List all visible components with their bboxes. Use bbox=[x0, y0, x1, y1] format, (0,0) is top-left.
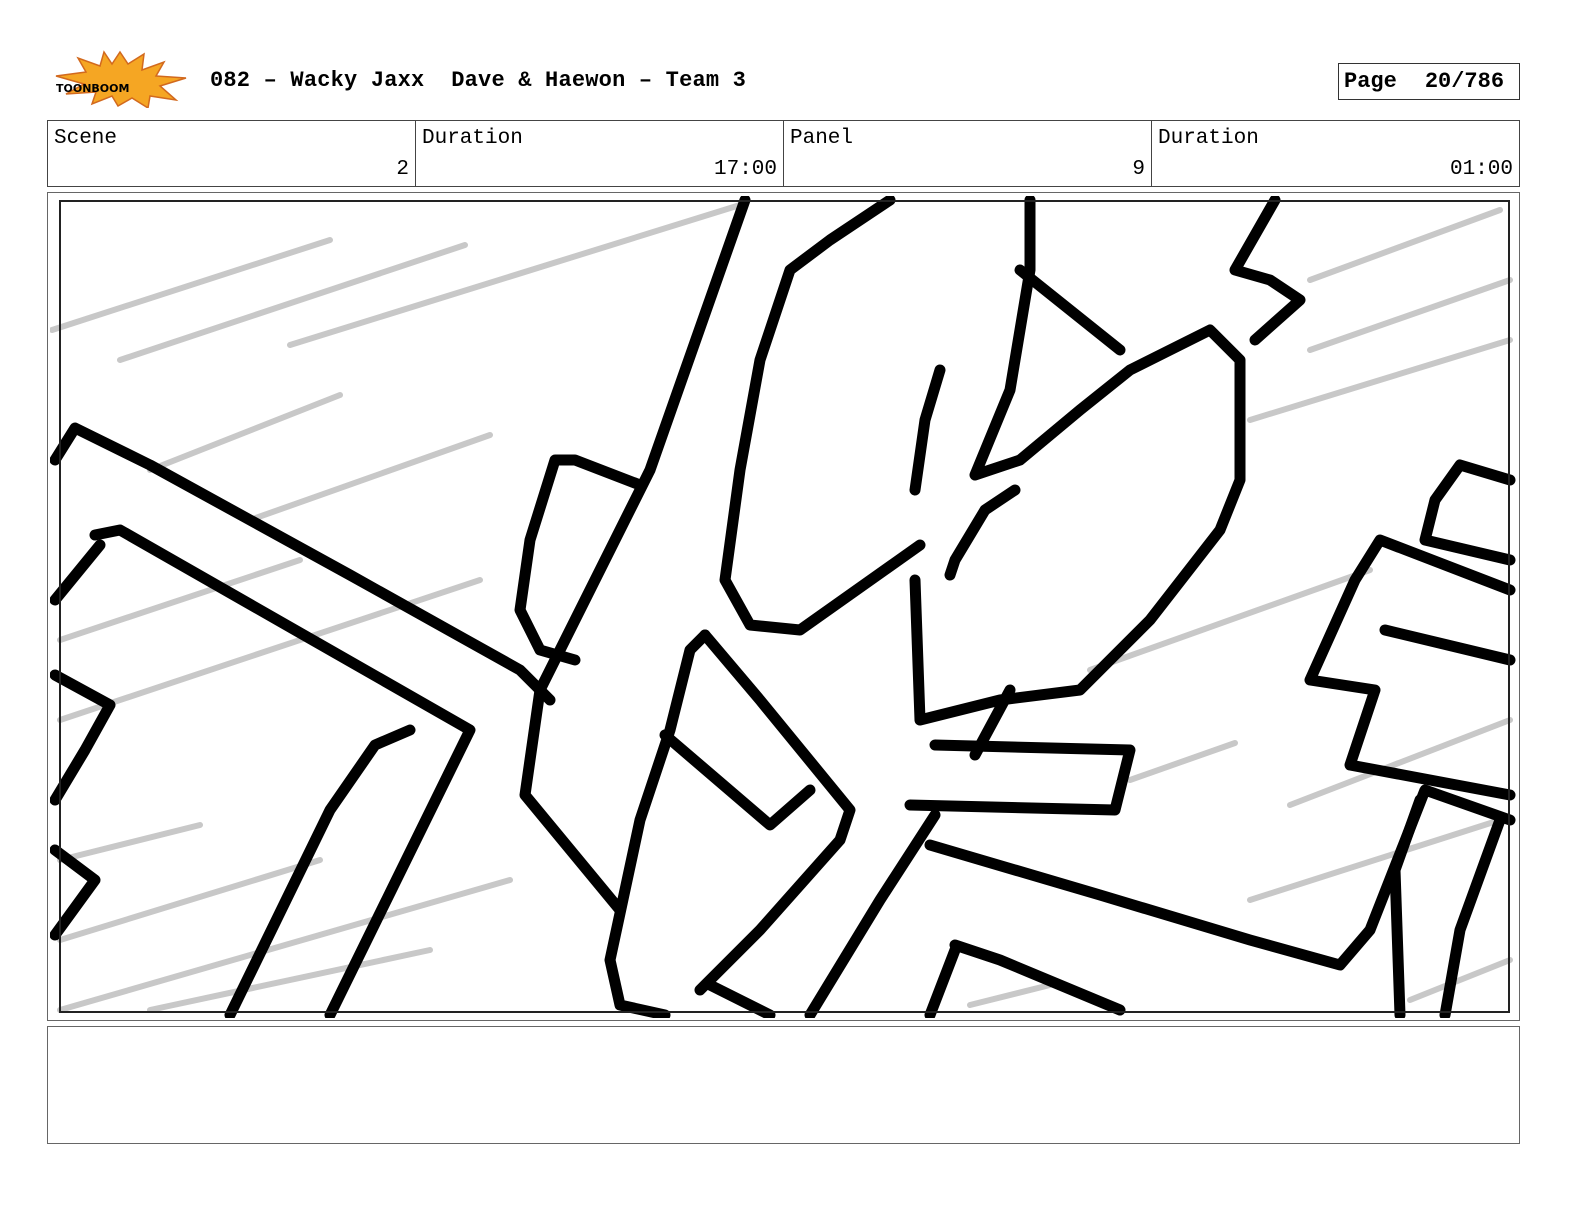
storyboard-title: 082 – Wacky Jaxx Dave & Haewon – Team 3 bbox=[210, 68, 747, 93]
panel-duration-label: Duration bbox=[1158, 127, 1259, 150]
panel-info-row: Scene 2 Duration 17:00 Panel 9 Duration … bbox=[47, 120, 1520, 187]
scene-cell: Scene 2 bbox=[48, 121, 416, 186]
notes-box bbox=[47, 1026, 1520, 1144]
scene-value: 2 bbox=[396, 158, 409, 181]
panel-value: 9 bbox=[1132, 158, 1145, 181]
scene-label: Scene bbox=[54, 127, 118, 150]
panel-duration-value: 01:00 bbox=[1449, 158, 1513, 181]
toonboom-logo: TOONBOOM bbox=[52, 50, 188, 110]
panel-cell: Panel 9 bbox=[784, 121, 1152, 186]
storyboard-drawing bbox=[50, 196, 1516, 1018]
page-number: 20/786 bbox=[1424, 69, 1505, 94]
svg-text:TOONBOOM: TOONBOOM bbox=[56, 82, 129, 95]
scene-duration-label: Duration bbox=[422, 127, 523, 150]
panel-label: Panel bbox=[790, 127, 854, 150]
scene-duration-value: 17:00 bbox=[713, 158, 777, 181]
page-label: Page bbox=[1344, 69, 1397, 94]
scene-duration-cell: Duration 17:00 bbox=[416, 121, 784, 186]
page-indicator: Page 20/786 bbox=[1338, 63, 1520, 100]
panel-duration-cell: Duration 01:00 bbox=[1152, 121, 1519, 186]
